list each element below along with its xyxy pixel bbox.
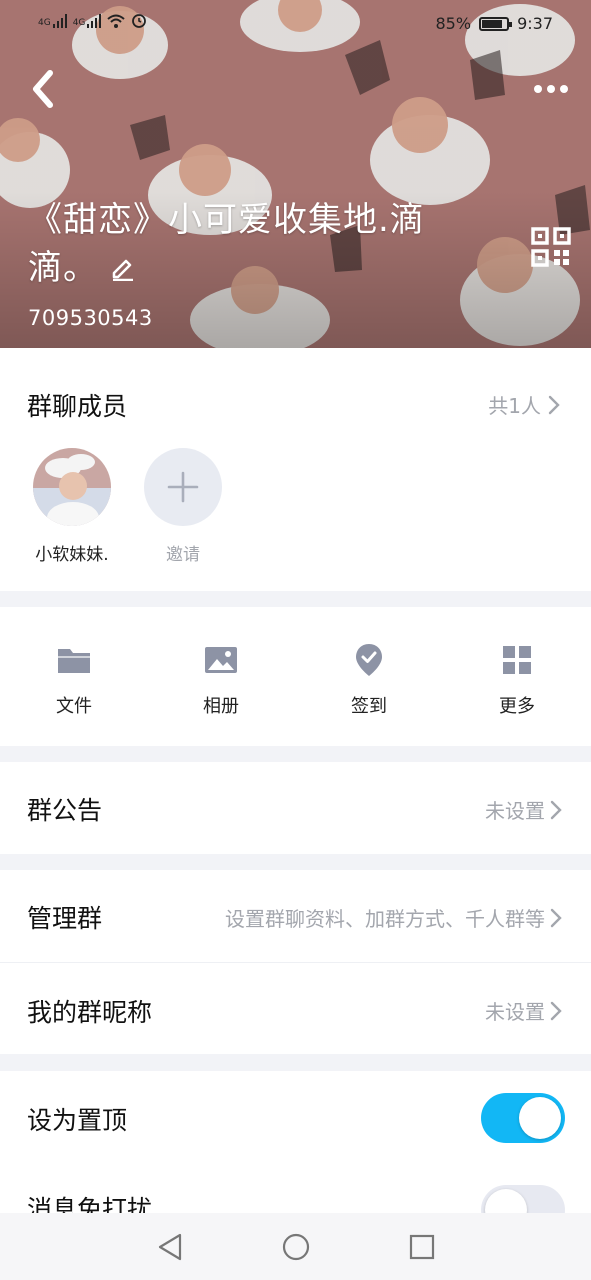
signal-bars-icon xyxy=(52,14,67,28)
signal-bars-icon xyxy=(87,14,102,28)
chevron-right-icon xyxy=(550,800,562,819)
pin-title: 设为置顶 xyxy=(27,1106,128,1135)
tool-check-in[interactable]: 签到 xyxy=(319,640,419,718)
tool-label: 签到 xyxy=(351,696,387,717)
member-item[interactable]: 小软妹妹. xyxy=(27,448,117,565)
tool-label: 文件 xyxy=(56,696,92,717)
notice-value: 未设置 xyxy=(485,799,545,823)
edit-icon[interactable] xyxy=(110,246,136,294)
toggle-knob xyxy=(519,1097,561,1139)
tool-more[interactable]: 更多 xyxy=(467,640,567,718)
member-name: 小软妹妹. xyxy=(35,545,109,565)
cell-signal-1: 4G xyxy=(38,14,67,28)
battery-percent: 85% xyxy=(435,14,472,33)
avatar xyxy=(33,448,111,526)
more-options-button[interactable] xyxy=(527,72,575,106)
plus-icon xyxy=(167,471,199,503)
manage-value: 设置群聊资料、加群方式、千人群等 xyxy=(225,907,545,931)
tool-label: 相册 xyxy=(203,696,239,717)
check-in-icon xyxy=(356,644,382,676)
group-name-text: 《甜恋》小可爱收集地.滴滴。 xyxy=(28,200,425,288)
nav-back-button[interactable] xyxy=(152,1229,188,1265)
invite-avatar xyxy=(144,448,222,526)
manage-group-link[interactable]: 设置群聊资料、加群方式、千人群等 xyxy=(225,903,563,932)
group-name[interactable]: 《甜恋》小可爱收集地.滴滴。 xyxy=(28,196,468,294)
square-recents-icon xyxy=(409,1234,434,1259)
tool-album[interactable]: 相册 xyxy=(171,640,271,718)
back-button[interactable] xyxy=(20,66,66,112)
invite-member-button[interactable]: 邀请 xyxy=(138,448,228,565)
clock: 9:37 xyxy=(517,14,553,33)
qr-code-icon xyxy=(531,227,571,267)
notice-value-link[interactable]: 未设置 xyxy=(485,795,563,824)
chevron-left-icon xyxy=(33,70,53,108)
status-left: 4G 4G xyxy=(38,12,147,28)
system-nav-bar xyxy=(0,1213,591,1280)
cell-signal-2: 4G xyxy=(73,14,102,28)
nickname-link[interactable]: 未设置 xyxy=(485,996,563,1025)
battery-fill xyxy=(482,19,503,28)
circle-home-icon xyxy=(282,1233,309,1260)
nickname-title: 我的群昵称 xyxy=(27,998,153,1027)
album-icon xyxy=(205,647,237,673)
network-type-2: 4G xyxy=(72,18,86,28)
network-type-1: 4G xyxy=(38,18,51,28)
chevron-right-icon xyxy=(548,395,560,414)
divider xyxy=(0,962,591,963)
alarm-icon xyxy=(132,14,147,28)
battery-icon xyxy=(479,16,513,31)
chevron-right-icon xyxy=(550,1001,562,1020)
qr-code-button[interactable] xyxy=(531,227,571,267)
more-dots-icon xyxy=(534,85,568,93)
triangle-back-icon xyxy=(158,1233,181,1260)
manage-title: 管理群 xyxy=(27,904,103,933)
pin-toggle[interactable] xyxy=(481,1093,565,1143)
wifi-icon xyxy=(107,14,126,28)
chevron-right-icon xyxy=(550,908,562,927)
status-right: 85% 9:37 xyxy=(436,14,554,33)
status-bar: 4G 4G 85% 9:37 xyxy=(0,10,591,38)
members-count-link[interactable]: 共1人 xyxy=(488,390,563,419)
nav-recents-button[interactable] xyxy=(404,1229,440,1265)
nav-home-button[interactable] xyxy=(278,1229,314,1265)
members-title: 群聊成员 xyxy=(27,392,128,421)
group-header xyxy=(0,0,591,348)
invite-label: 邀请 xyxy=(166,545,200,565)
nickname-value: 未设置 xyxy=(485,1000,545,1024)
folder-icon xyxy=(58,649,90,673)
group-number: 709530543 xyxy=(28,306,153,330)
tool-label: 更多 xyxy=(499,696,535,717)
header-shade xyxy=(0,0,591,348)
grid-more-icon xyxy=(503,646,531,674)
members-count: 共1人 xyxy=(488,394,541,418)
notice-title: 群公告 xyxy=(27,796,103,825)
tool-files[interactable]: 文件 xyxy=(24,640,124,718)
